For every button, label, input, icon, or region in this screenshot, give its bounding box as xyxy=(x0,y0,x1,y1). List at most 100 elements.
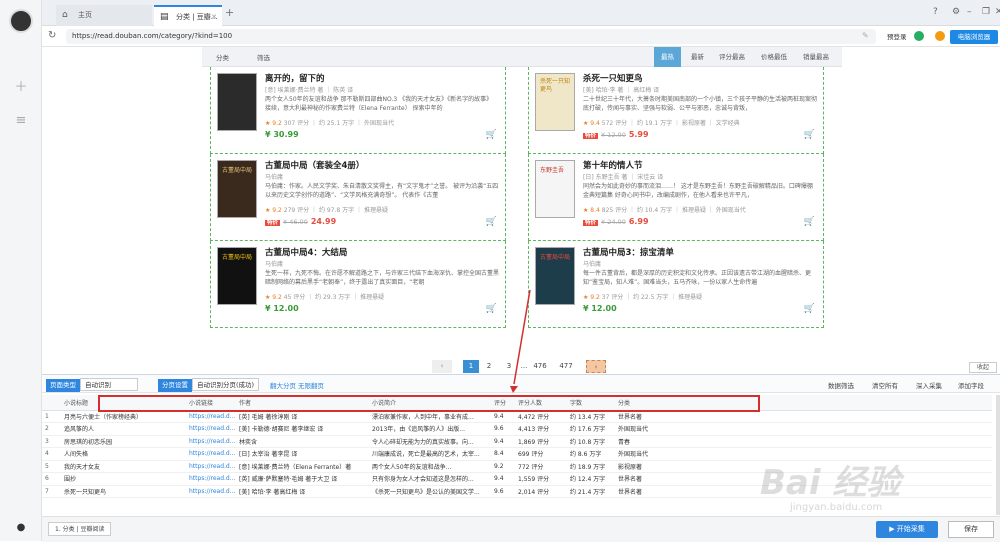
status-orange-icon[interactable] xyxy=(935,31,945,41)
table-cell[interactable]: 1,559 评分 xyxy=(514,472,566,486)
table-cell[interactable]: 约 18.9 万字 xyxy=(566,460,614,473)
table-cell[interactable]: 青春 xyxy=(614,435,992,448)
refresh-icon[interactable]: ↻ xyxy=(48,30,56,41)
sort-sales[interactable]: 销量最高 xyxy=(796,47,836,67)
table-cell[interactable]: 8.4 xyxy=(490,447,514,461)
page-3[interactable]: 3 xyxy=(501,360,517,373)
table-cell[interactable]: 追风筝的人 xyxy=(60,422,185,436)
task-tab[interactable]: 1. 分类 | 豆瓣阅读 xyxy=(48,522,112,536)
table-row[interactable]: 3 房思琪的初恋乐园 https://read.d... 林奕含 令人心碎却无能为力的真… xyxy=(42,435,992,448)
status-green-icon[interactable] xyxy=(914,31,924,41)
book-title[interactable]: 杀死一只知更鸟 xyxy=(583,72,643,84)
book-cover[interactable]: 杀死一只知更鸟 xyxy=(535,73,575,131)
minimize-icon[interactable]: – xyxy=(967,7,972,17)
book-card[interactable]: 离开的，留下的 [意] 埃莱娜·费兰特 著 ｜ 陈英 译 两个女人50年的友谊和… xyxy=(210,67,506,154)
layers-icon[interactable]: ≡ xyxy=(13,113,29,129)
start-collect-button[interactable]: ▶ 开始采集 xyxy=(876,521,938,538)
save-button[interactable]: 保存 xyxy=(948,521,994,538)
book-card[interactable]: 古董局中局 古董局中局3：掠宝清单 马伯庸 每一件古董背后，都是深厚的历史积淀和… xyxy=(528,241,824,328)
scrollbar[interactable] xyxy=(996,395,1000,515)
collapse-button[interactable]: 收起 xyxy=(969,362,997,373)
table-row[interactable]: 2 追风筝的人 https://read.d... [美] 卡勒德·胡赛尼 著李继宏 … xyxy=(42,422,992,436)
table-cell[interactable]: [美] 哈珀·李 著高红梅 译 xyxy=(235,485,368,498)
close-window-icon[interactable]: ✕ xyxy=(995,7,1000,17)
avatar[interactable] xyxy=(9,9,33,33)
table-cell[interactable]: 《杀死一只知更鸟》是公认的美国文学... xyxy=(368,485,490,498)
table-cell[interactable]: 约 12.4 万字 xyxy=(566,472,614,486)
filter-dropdown[interactable]: 筛选 xyxy=(257,52,270,62)
cart-icon[interactable]: 🛒 xyxy=(486,130,497,140)
prev-page-button[interactable]: ‹ xyxy=(432,360,452,373)
table-cell[interactable]: 林奕含 xyxy=(235,435,368,448)
cart-icon[interactable]: 🛒 xyxy=(804,217,815,227)
table-cell[interactable]: https://read.d... xyxy=(185,472,235,486)
table-cell[interactable]: 杀死一只知更鸟 xyxy=(60,485,185,498)
add-field-button[interactable]: 添加字段 xyxy=(958,380,984,390)
table-cell[interactable]: 约 21.4 万字 xyxy=(566,485,614,498)
table-cell[interactable]: 2013年，由《追风筝的人》出版... xyxy=(368,422,490,436)
url-input[interactable]: https://read.douban.com/category/?kind=1… xyxy=(66,29,876,44)
table-cell[interactable]: 我的天才女友 xyxy=(60,460,185,473)
cart-icon[interactable]: 🛒 xyxy=(804,304,815,314)
page-1[interactable]: 1 xyxy=(463,360,479,373)
sort-price[interactable]: 价格最低 xyxy=(754,47,794,67)
page-type-select[interactable]: 页面类型 自动识别 xyxy=(46,378,138,392)
book-title[interactable]: 古董局中局（套装全4册） xyxy=(265,159,364,171)
table-cell[interactable]: 699 评分 xyxy=(514,447,566,461)
qq-icon[interactable]: ● xyxy=(13,520,29,536)
deep-collect-button[interactable]: 深入采集 xyxy=(916,380,942,390)
sort-rating[interactable]: 评分最高 xyxy=(712,47,752,67)
table-cell[interactable]: [英] 威廉·萨默塞特·毛姆 著于大卫 译 xyxy=(235,472,368,486)
paging-select[interactable]: 分页设置 自动识别分页(成功) xyxy=(158,378,260,392)
clear-all-button[interactable]: 清空所有 xyxy=(872,380,898,390)
page-477[interactable]: 477 xyxy=(556,360,576,373)
infinite-scroll-link[interactable]: 无限翻页 xyxy=(298,380,324,390)
book-card[interactable]: 杀死一只知更鸟 杀死一只知更鸟 [美] 哈珀·李 著 ｜ 高红梅 译 二十世纪三… xyxy=(528,67,824,154)
big-page-link[interactable]: 翻大分页 xyxy=(270,380,296,390)
table-cell[interactable]: https://read.d... xyxy=(185,485,235,498)
table-cell[interactable]: 房思琪的初恋乐园 xyxy=(60,435,185,448)
table-cell[interactable]: 约 10.8 万字 xyxy=(566,435,614,448)
table-cell[interactable]: 9.4 xyxy=(490,472,514,486)
table-cell[interactable]: https://read.d... xyxy=(185,460,235,473)
table-cell[interactable]: 围抄 xyxy=(60,472,185,486)
table-cell[interactable]: 川端康成说，死亡是最高的艺术，太宰... xyxy=(368,447,490,461)
cart-icon[interactable]: 🛒 xyxy=(486,304,497,314)
table-cell[interactable]: https://read.d... xyxy=(185,422,235,436)
table-cell[interactable]: 772 评分 xyxy=(514,460,566,473)
table-cell[interactable]: 约 17.6 万字 xyxy=(566,422,614,436)
table-cell[interactable]: https://read.d... xyxy=(185,447,235,461)
add-task-icon[interactable]: ＋ xyxy=(13,80,29,96)
new-tab-icon[interactable]: + xyxy=(225,6,234,19)
table-cell[interactable]: 约 8.6 万字 xyxy=(566,447,614,461)
table-cell[interactable]: 4,413 评分 xyxy=(514,422,566,436)
page-2[interactable]: 2 xyxy=(481,360,497,373)
edit-icon[interactable]: ✎ xyxy=(862,31,869,40)
sort-new[interactable]: 最新 xyxy=(684,47,711,67)
sort-hot[interactable]: 最热 xyxy=(654,47,681,67)
book-cover[interactable]: 古董局中局 xyxy=(217,247,257,305)
table-cell[interactable]: 2,014 评分 xyxy=(514,485,566,498)
next-page-button[interactable]: › xyxy=(586,360,606,373)
book-cover[interactable] xyxy=(217,73,257,131)
book-title[interactable]: 古董局中局4：大结局 xyxy=(265,246,347,258)
book-cover[interactable]: 古董局中局 xyxy=(535,247,575,305)
table-cell[interactable]: 1,869 评分 xyxy=(514,435,566,448)
table-cell[interactable]: 9.4 xyxy=(490,435,514,448)
pre-login-button[interactable]: 预登录 xyxy=(887,31,907,41)
data-filter-button[interactable]: 数据筛选 xyxy=(828,380,854,390)
table-cell[interactable]: [意] 埃莱娜·费兰特（Elena Ferrante）著 xyxy=(235,460,368,473)
book-title[interactable]: 第十年的情人节 xyxy=(583,159,643,171)
table-cell[interactable]: 9.6 xyxy=(490,422,514,436)
book-card[interactable]: 东野圭吾 第十年的情人节 [日] 东野圭吾 著 ｜ 宋佳云 译 同然会为如此奇妙… xyxy=(528,154,824,241)
table-cell[interactable]: 两个女人50年的友谊和战争... xyxy=(368,460,490,473)
cart-icon[interactable]: 🛒 xyxy=(804,130,815,140)
restore-icon[interactable]: ❐ xyxy=(982,7,990,17)
book-cover[interactable]: 古董局中局 xyxy=(217,160,257,218)
category-dropdown[interactable]: 分类 xyxy=(216,52,229,62)
table-cell[interactable]: [日] 太宰治 著李昆 译 xyxy=(235,447,368,461)
book-title[interactable]: 离开的，留下的 xyxy=(265,72,325,84)
book-card[interactable]: 古董局中局 古董局中局4：大结局 马伯庸 生死一样，九死不悔。在许愿不解道路之下… xyxy=(210,241,506,328)
browser-mode-button[interactable]: 电脑浏览器 xyxy=(950,30,998,44)
book-cover[interactable]: 东野圭吾 xyxy=(535,160,575,218)
